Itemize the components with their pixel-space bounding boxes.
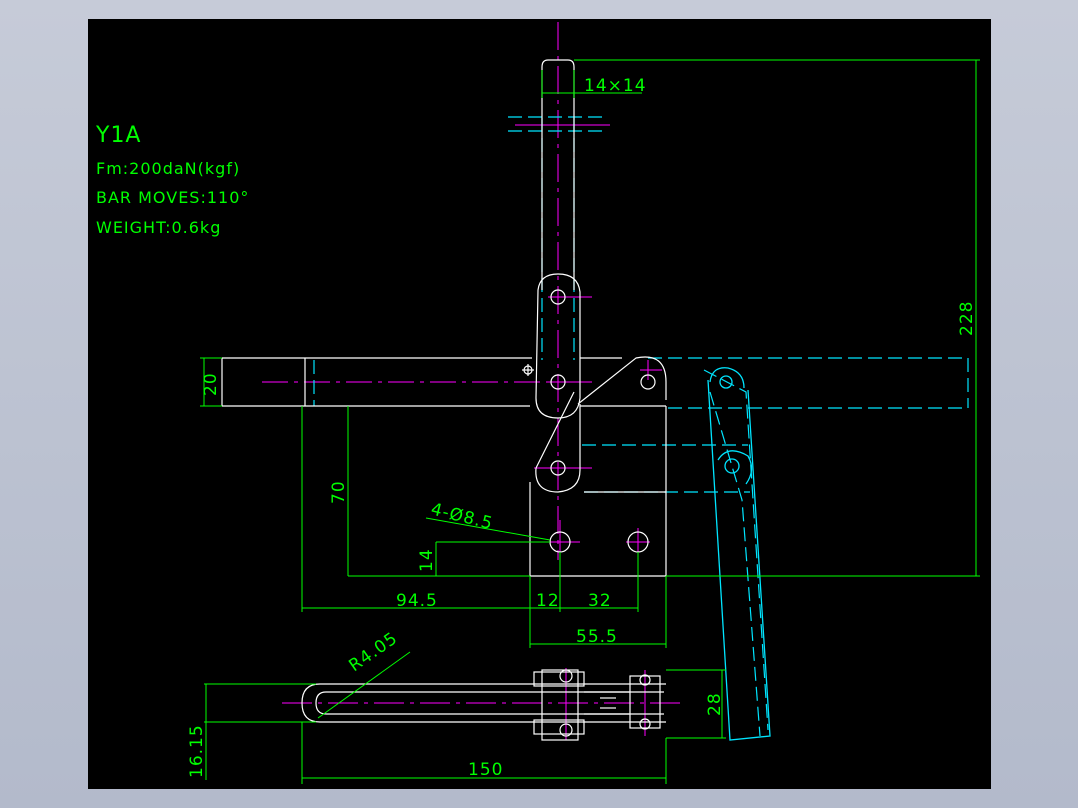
dim-holes: 4-Ø8.5: [429, 499, 495, 534]
dim-length-94-5: 94.5: [396, 591, 438, 611]
technical-drawing: Y1A Fm:200daN(kgf) BAR MOVES:110° WEIGHT…: [95, 22, 980, 784]
spec-weight: WEIGHT:0.6kg: [96, 218, 221, 237]
dim-height-70: 70: [329, 480, 349, 504]
dim-offset: 16.15: [187, 724, 207, 778]
dim-bar-section: 14×14: [584, 76, 647, 96]
dim-bar-thickness: 20: [201, 372, 221, 396]
dim-overall-length: 150: [468, 760, 503, 780]
dim-hole-height: 14: [417, 548, 437, 572]
handle-outline: [707, 367, 771, 741]
dim-height-28: 28: [705, 692, 725, 716]
spec-bar-moves: BAR MOVES:110°: [96, 188, 249, 207]
dimension-lines: [200, 59, 980, 784]
drawing-title: Y1A: [95, 123, 142, 148]
dim-length-12: 12: [536, 591, 560, 611]
cad-viewport[interactable]: Y1A Fm:200daN(kgf) BAR MOVES:110° WEIGHT…: [88, 19, 991, 789]
dim-radius: R4.05: [345, 628, 401, 676]
dim-base-width: 55.5: [576, 627, 618, 647]
dim-overall-height: 228: [957, 301, 977, 336]
spec-force: Fm:200daN(kgf): [96, 159, 240, 178]
dim-length-32: 32: [588, 591, 612, 611]
hidden-lines: [313, 116, 969, 737]
